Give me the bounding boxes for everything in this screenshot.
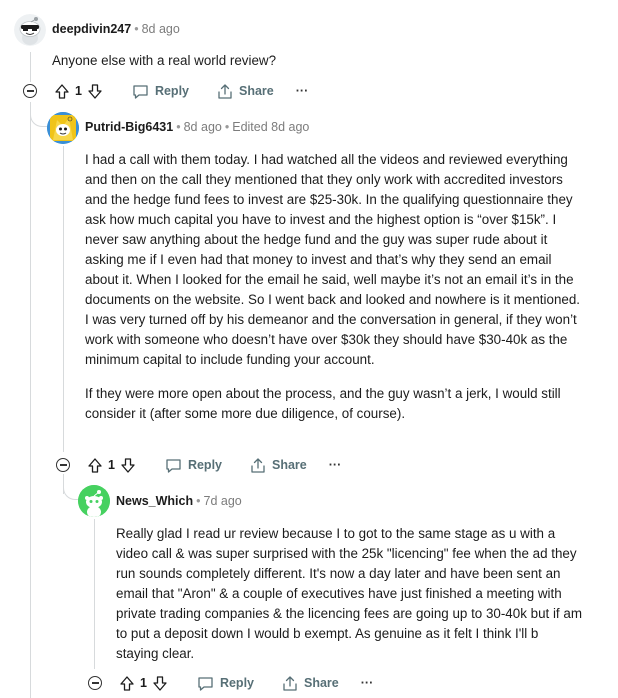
downvote-icon[interactable] xyxy=(121,457,135,473)
comment-meta: Putrid-Big6431 • 8d ago • Edited 8d ago xyxy=(85,120,309,134)
snoo-avatar-icon xyxy=(78,485,110,517)
meta-separator: • xyxy=(134,22,139,36)
reply-button[interactable]: Reply xyxy=(132,84,189,99)
share-button[interactable]: Share xyxy=(250,457,307,473)
collapse-icon[interactable] xyxy=(23,84,37,98)
more-options-button[interactable]: ··· xyxy=(329,458,342,472)
collapse-icon[interactable] xyxy=(56,458,70,472)
thread-line xyxy=(63,146,64,452)
comment-actions: 1 Reply Share ··· xyxy=(88,670,373,696)
thread-connector xyxy=(30,102,47,127)
meta-separator: • xyxy=(224,120,230,134)
vote-count: 1 xyxy=(108,458,115,472)
comment-paragraph: I had a call with them today. I had watc… xyxy=(85,152,581,367)
comment-meta: News_Which • 7d ago xyxy=(116,494,242,508)
more-icon: ··· xyxy=(295,84,309,98)
comment-timestamp[interactable]: 8d ago xyxy=(142,22,180,36)
more-icon: ··· xyxy=(360,676,374,690)
comment-author[interactable]: deepdivin247 xyxy=(52,22,131,36)
more-icon: ··· xyxy=(328,458,342,472)
share-label: Share xyxy=(304,676,339,690)
upvote-icon[interactable] xyxy=(88,457,102,473)
comment-body: I had a call with them today. I had watc… xyxy=(85,150,585,438)
meta-separator: • xyxy=(176,120,181,134)
comment-author[interactable]: News_Which xyxy=(116,494,193,508)
reply-label: Reply xyxy=(187,458,222,472)
comment-edited: Edited 8d ago xyxy=(232,120,310,134)
vote-count: 1 xyxy=(140,676,147,690)
comment-actions: 1 Reply Share ··· xyxy=(56,452,341,478)
comment-paragraph: Really glad I read ur review because I t… xyxy=(116,526,582,661)
thread-line xyxy=(30,102,31,698)
reply-label: Reply xyxy=(154,84,189,98)
share-label: Share xyxy=(239,84,274,98)
comment-body: Really glad I read ur review because I t… xyxy=(116,524,584,678)
vote-controls: 1 xyxy=(55,83,102,99)
comment-actions: 1 Reply Share ··· xyxy=(23,78,308,104)
vote-controls: 1 xyxy=(88,457,135,473)
more-options-button[interactable]: ··· xyxy=(361,676,374,690)
avatar[interactable] xyxy=(47,112,79,144)
snoo-avatar-icon xyxy=(14,14,46,46)
reply-icon xyxy=(197,676,214,691)
comment-timestamp[interactable]: 7d ago xyxy=(204,494,242,508)
collapse-icon[interactable] xyxy=(88,676,102,690)
comment-meta: deepdivin247 • 8d ago xyxy=(52,22,180,36)
share-button[interactable]: Share xyxy=(217,83,274,99)
share-icon xyxy=(282,675,298,691)
thread-line xyxy=(94,519,95,669)
reply-icon xyxy=(165,458,182,473)
comment-paragraph: Anyone else with a real world review? xyxy=(52,53,277,68)
comment-timestamp[interactable]: 8d ago xyxy=(184,120,222,134)
comment-paragraph: If they were more open about the process… xyxy=(85,386,561,421)
reply-button[interactable]: Reply xyxy=(197,676,254,691)
upvote-icon[interactable] xyxy=(55,83,69,99)
reply-button[interactable]: Reply xyxy=(165,458,222,473)
downvote-icon[interactable] xyxy=(153,675,167,691)
share-button[interactable]: Share xyxy=(282,675,339,691)
downvote-icon[interactable] xyxy=(88,83,102,99)
snoo-avatar-icon xyxy=(47,112,79,144)
avatar[interactable] xyxy=(14,14,46,46)
share-icon xyxy=(250,457,266,473)
vote-controls: 1 xyxy=(120,675,167,691)
reply-label: Reply xyxy=(219,676,254,690)
vote-count: 1 xyxy=(75,84,82,98)
avatar[interactable] xyxy=(78,485,110,517)
share-icon xyxy=(217,83,233,99)
meta-separator: • xyxy=(196,494,201,508)
comment-author[interactable]: Putrid-Big6431 xyxy=(85,120,173,134)
share-label: Share xyxy=(272,458,307,472)
reply-icon xyxy=(132,84,149,99)
more-options-button[interactable]: ··· xyxy=(296,84,309,98)
upvote-icon[interactable] xyxy=(120,675,134,691)
